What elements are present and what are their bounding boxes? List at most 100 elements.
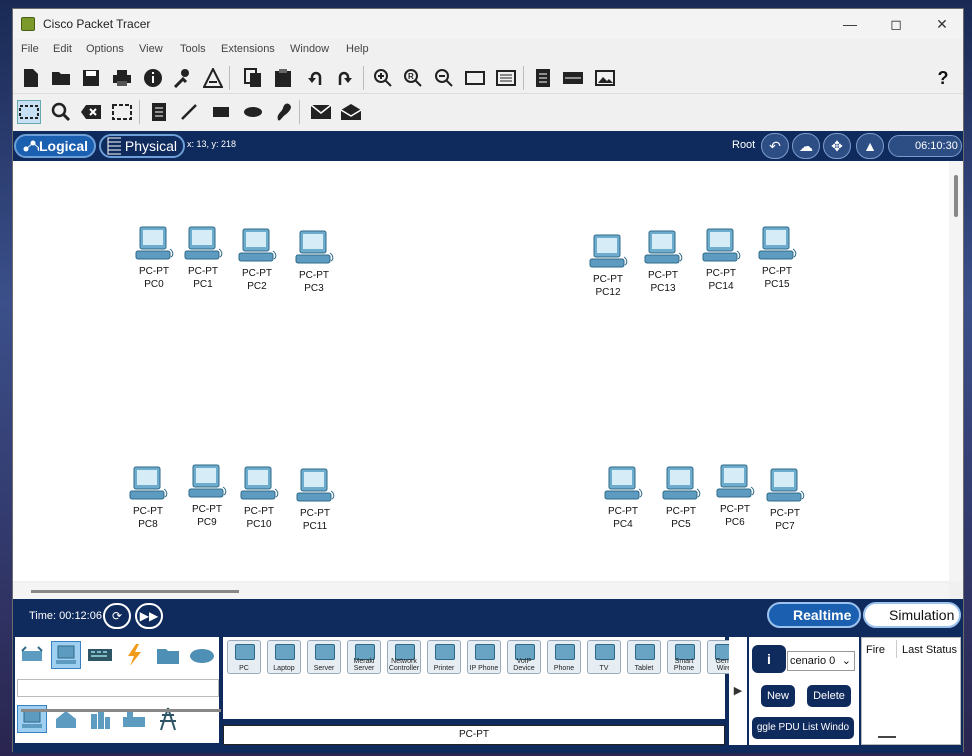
pc-device[interactable]: PC-PT PC6 (710, 463, 760, 529)
pc-device[interactable]: PC-PT PC3 (289, 229, 339, 295)
maximize-button[interactable]: ◻ (873, 9, 919, 39)
close-button[interactable]: ✕ (919, 9, 965, 39)
components-icon[interactable] (85, 641, 115, 669)
workspace-horizontal-scrollbar[interactable] (13, 583, 949, 599)
zoom-in-icon[interactable] (371, 66, 395, 90)
redo-icon[interactable] (333, 66, 357, 90)
zoom-out-icon[interactable] (432, 66, 456, 90)
fast-forward-time-icon[interactable]: ▶▶ (135, 603, 163, 629)
miscellaneous-icon[interactable] (153, 641, 183, 669)
network-device-icon[interactable] (561, 66, 585, 90)
new-scenario-button[interactable]: New (761, 685, 795, 707)
device-search-input[interactable] (17, 679, 219, 697)
scenario-select[interactable]: cenario 0 ⌄ (787, 651, 855, 671)
menu-tools[interactable]: Tools (180, 43, 206, 55)
device-type-item[interactable]: Tablet (627, 640, 661, 674)
freeform-icon[interactable] (271, 100, 295, 124)
resize-shape-icon[interactable] (110, 100, 134, 124)
drawing-palette-icon[interactable] (463, 66, 487, 90)
device-type-item[interactable]: Server (307, 640, 341, 674)
notes-icon[interactable] (531, 66, 555, 90)
device-type-item[interactable]: Laptop (267, 640, 301, 674)
pc-device[interactable]: PC-PT PC11 (290, 467, 340, 533)
new-file-icon[interactable] (19, 66, 43, 90)
network-devices-icon[interactable] (17, 641, 47, 669)
open-folder-icon[interactable] (49, 66, 73, 90)
cluster-cloud-icon[interactable]: ☁ (792, 133, 820, 159)
device-type-item[interactable]: PC (227, 640, 261, 674)
pc-device[interactable]: PC-PT PC7 (760, 467, 810, 533)
pc-device[interactable]: PC-PT PC12 (583, 233, 633, 299)
move-object-icon[interactable]: ✥ (823, 133, 851, 159)
copy-icon[interactable] (241, 66, 265, 90)
draw-ellipse-icon[interactable] (241, 100, 265, 124)
realtime-mode-button[interactable]: Realtime (767, 602, 861, 628)
device-type-item[interactable]: VoIP Device (507, 640, 541, 674)
device-type-item[interactable]: TV (587, 640, 621, 674)
info-icon[interactable] (141, 66, 165, 90)
back-icon[interactable]: ↶ (761, 133, 789, 159)
column-header-last-status[interactable]: Last Status (902, 644, 957, 656)
scroll-thumb[interactable] (954, 175, 958, 217)
device-type-item[interactable]: Network Controller (387, 640, 421, 674)
menu-view[interactable]: View (139, 43, 163, 55)
pc-device[interactable]: PC-PT PC2 (232, 227, 282, 293)
set-background-icon[interactable]: ▲ (856, 133, 884, 159)
pc-device[interactable]: PC-PT PC1 (178, 225, 228, 291)
scenario-info-button[interactable]: i (752, 645, 786, 673)
print-icon[interactable] (110, 66, 134, 90)
menu-window[interactable]: Window (290, 43, 329, 55)
inspect-tool-icon[interactable] (49, 100, 73, 124)
undo-icon[interactable] (303, 66, 327, 90)
pc-device[interactable]: PC-PT PC4 (598, 465, 648, 531)
end-devices-icon[interactable] (51, 641, 81, 669)
power-cycle-devices-icon[interactable]: ⟳ (103, 603, 131, 629)
workspace-vertical-scrollbar[interactable] (949, 161, 963, 581)
expand-arrow-icon[interactable]: ▶ (729, 637, 747, 745)
column-header-fire[interactable]: Fire (866, 644, 885, 656)
pc-device[interactable]: PC-PT PC9 (182, 463, 232, 529)
logical-workspace-canvas[interactable]: PC-PT PC0 PC-PT PC1 PC-PT PC2 PC-PT PC3 PC-PT PC1… (13, 161, 949, 581)
physical-view-button[interactable]: Physical (99, 134, 185, 158)
pc-device[interactable]: PC-PT PC8 (123, 465, 173, 531)
multiuser-connection-icon[interactable] (187, 641, 217, 669)
device-list-scroll-thumb[interactable] (21, 709, 221, 712)
draw-rectangle-icon[interactable] (209, 100, 233, 124)
help-button[interactable]: ? (931, 66, 955, 90)
custom-device-icon[interactable] (201, 66, 225, 90)
device-type-item[interactable]: IP Phone (467, 640, 501, 674)
activity-wizard-icon[interactable] (171, 66, 195, 90)
image-icon[interactable] (593, 66, 617, 90)
pc-device[interactable]: PC-PT PC15 (752, 225, 802, 291)
select-tool-icon[interactable] (17, 100, 41, 124)
simple-pdu-icon[interactable] (309, 100, 333, 124)
pc-device[interactable]: PC-PT PC14 (696, 227, 746, 293)
place-note-icon[interactable] (147, 100, 171, 124)
draw-line-icon[interactable] (177, 100, 201, 124)
viewport-clock[interactable]: 06:10:30 (888, 135, 962, 157)
pc-device[interactable]: PC-PT PC0 (129, 225, 179, 291)
device-type-item[interactable]: Printer (427, 640, 461, 674)
pc-device[interactable]: PC-PT PC5 (656, 465, 706, 531)
delete-scenario-button[interactable]: Delete (807, 685, 851, 707)
pc-device[interactable]: PC-PT PC13 (638, 229, 688, 295)
save-icon[interactable] (79, 66, 103, 90)
menu-edit[interactable]: Edit (53, 43, 72, 55)
menu-file[interactable]: File (21, 43, 39, 55)
device-type-item[interactable]: Smart Phone (667, 640, 701, 674)
device-type-item[interactable]: Meraki Server (347, 640, 381, 674)
custom-device-dialog-icon[interactable] (494, 66, 518, 90)
table-scroll-thumb[interactable] (878, 736, 896, 738)
minimize-button[interactable]: — (827, 9, 873, 39)
zoom-reset-icon[interactable]: R (401, 66, 425, 90)
connections-icon[interactable] (119, 641, 149, 669)
menu-help[interactable]: Help (346, 43, 369, 55)
simulation-mode-button[interactable]: Simulation (863, 602, 961, 628)
logical-view-button[interactable]: Logical (14, 134, 96, 158)
toggle-pdu-list-button[interactable]: ggle PDU List Windo (752, 717, 854, 739)
delete-tool-icon[interactable] (79, 100, 103, 124)
menu-extensions[interactable]: Extensions (221, 43, 275, 55)
device-type-item[interactable]: Phone (547, 640, 581, 674)
scroll-thumb[interactable] (31, 590, 239, 593)
menu-options[interactable]: Options (86, 43, 124, 55)
